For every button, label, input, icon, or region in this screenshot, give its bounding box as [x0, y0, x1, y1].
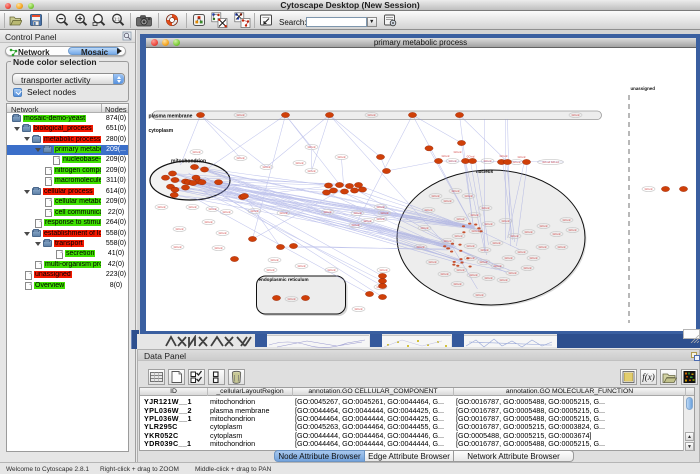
svg-text:GO-nd: GO-nd — [568, 228, 576, 232]
svg-text:GO-nd: GO-nd — [571, 113, 579, 117]
svg-text:GO-nd: GO-nd — [214, 246, 222, 250]
svg-text:GO-nd: GO-nd — [266, 268, 274, 272]
svg-text:GO-nd: GO-nd — [204, 220, 212, 224]
svg-text:GO-nd: GO-nd — [479, 260, 487, 264]
svg-text:GO-nd: GO-nd — [456, 217, 464, 221]
svg-text:GO-nd: GO-nd — [499, 278, 507, 282]
svg-text:cytoplasm: cytoplasm — [148, 128, 173, 134]
svg-text:f(x): f(x) — [642, 372, 655, 382]
svg-text:GO-nd: GO-nd — [218, 231, 226, 235]
svg-text:GO-nd: GO-nd — [453, 150, 461, 154]
svg-text:GO-nd: GO-nd — [376, 205, 384, 209]
svg-text:GO-nd: GO-nd — [443, 239, 451, 243]
svg-text:GO-nd: GO-nd — [493, 264, 501, 268]
svg-text:plasma membrane: plasma membrane — [148, 114, 192, 120]
svg-text:GO-nd: GO-nd — [307, 145, 315, 149]
svg-text:GO-nd: GO-nd — [512, 160, 520, 164]
svg-text:GO-nd: GO-nd — [270, 258, 278, 262]
svg-text:GO-nd: GO-nd — [481, 206, 489, 210]
svg-text:GO-nd: GO-nd — [157, 205, 165, 209]
svg-text:GO-nd: GO-nd — [295, 161, 303, 165]
svg-text:1:1: 1:1 — [114, 16, 121, 21]
svg-text:GO-nd: GO-nd — [431, 194, 439, 198]
svg-text:GO-nd: GO-nd — [279, 211, 287, 215]
svg-text:GO-nd: GO-nd — [354, 307, 362, 311]
svg-text:endoplasmic reticulum: endoplasmic reticulum — [258, 277, 308, 282]
svg-text:GO-nd: GO-nd — [351, 223, 359, 227]
svg-text:GO-nd: GO-nd — [517, 250, 525, 254]
svg-text:GO-nd: GO-nd — [236, 156, 244, 160]
svg-text:GO-nd: GO-nd — [222, 210, 230, 214]
svg-text:GO-nd: GO-nd — [236, 113, 244, 117]
svg-text:GO-nd: GO-nd — [466, 155, 474, 159]
svg-text:GO-nd: GO-nd — [379, 268, 387, 272]
svg-text:GO-nd: GO-nd — [323, 210, 331, 214]
svg-text:GO-nd: GO-nd — [529, 256, 537, 260]
svg-text:GO-nd: GO-nd — [475, 293, 483, 297]
svg-text:GO-nd: GO-nd — [175, 227, 183, 231]
svg-text:GO-nd: GO-nd — [337, 155, 345, 159]
svg-text:GO-nd: GO-nd — [523, 266, 531, 270]
svg-text:GO-nd: GO-nd — [380, 211, 388, 215]
svg-text:GO-nd: GO-nd — [250, 209, 258, 213]
svg-text:GO-nd: GO-nd — [538, 245, 546, 249]
svg-text:GO-nd: GO-nd — [644, 187, 652, 191]
svg-text:GO-nd: GO-nd — [173, 245, 181, 249]
svg-text:GO-nd: GO-nd — [376, 217, 384, 221]
svg-text:GO-nd: GO-nd — [443, 199, 451, 203]
svg-text:GO-nd: GO-nd — [562, 218, 570, 222]
svg-text:GO-nd: GO-nd — [557, 245, 565, 249]
svg-text:GO-nd: GO-nd — [471, 229, 479, 233]
svg-text:GO-nd: GO-nd — [367, 113, 375, 117]
svg-text:GO-nd: GO-nd — [454, 234, 462, 238]
svg-text:GO-nd: GO-nd — [440, 272, 448, 276]
svg-text:GO-nd: GO-nd — [441, 154, 449, 158]
svg-text:GO-nd: GO-nd — [469, 273, 477, 277]
svg-text:GO-nd: GO-nd — [451, 189, 459, 193]
svg-text:GO-nd: GO-nd — [188, 205, 196, 209]
svg-text:GO-nd: GO-nd — [504, 256, 512, 260]
svg-text:GO-nd: GO-nd — [510, 234, 518, 238]
svg-text:GO-nd: GO-nd — [287, 297, 295, 301]
svg-text:GO-nd: GO-nd — [453, 282, 461, 286]
svg-text:GO-nd: GO-nd — [517, 155, 525, 159]
svg-text:GO-nd: GO-nd — [327, 268, 335, 272]
svg-text:GO-nd: GO-nd — [466, 244, 474, 248]
svg-text:unassigned: unassigned — [630, 86, 655, 91]
svg-text:GO-nd: GO-nd — [464, 194, 472, 198]
svg-text:GO-nd: GO-nd — [456, 268, 464, 272]
svg-text:GO-nd: GO-nd — [416, 245, 424, 249]
svg-text:GO-nd: GO-nd — [307, 169, 315, 173]
svg-text:GO-nd: GO-nd — [483, 159, 491, 163]
svg-text:GO-nd: GO-nd — [353, 211, 361, 215]
svg-text:GO-nd: GO-nd — [484, 222, 492, 226]
svg-text:GO-nd: GO-nd — [192, 150, 200, 154]
svg-text:GO-nd: GO-nd — [480, 248, 488, 252]
svg-text:GO-nd: GO-nd — [499, 154, 507, 158]
svg-text:GO-nd: GO-nd — [492, 241, 500, 245]
svg-text:GO-nd: GO-nd — [508, 271, 516, 275]
svg-text:GO-nd: GO-nd — [484, 276, 492, 280]
svg-text:GO-nd: GO-nd — [524, 230, 532, 234]
svg-text:GO-nd: GO-nd — [297, 264, 305, 268]
svg-text:GO-nd: GO-nd — [208, 207, 216, 211]
svg-text:nucleus: nucleus — [475, 169, 493, 174]
svg-text:mitochondrion: mitochondrion — [171, 159, 206, 165]
svg-text:GO-nd: GO-nd — [470, 213, 478, 217]
svg-text:GO-nd: GO-nd — [420, 226, 428, 230]
svg-text:GO-nd: GO-nd — [552, 232, 560, 236]
svg-text:GO-nd: GO-nd — [262, 165, 270, 169]
svg-text:GO-nd: GO-nd — [363, 219, 371, 223]
svg-text:GO-nd: GO-nd — [428, 260, 436, 264]
svg-text:GO-nd: GO-nd — [539, 224, 547, 228]
svg-text:GO-nd: GO-nd — [501, 219, 509, 223]
svg-text:GO-nd: GO-nd — [424, 208, 432, 212]
